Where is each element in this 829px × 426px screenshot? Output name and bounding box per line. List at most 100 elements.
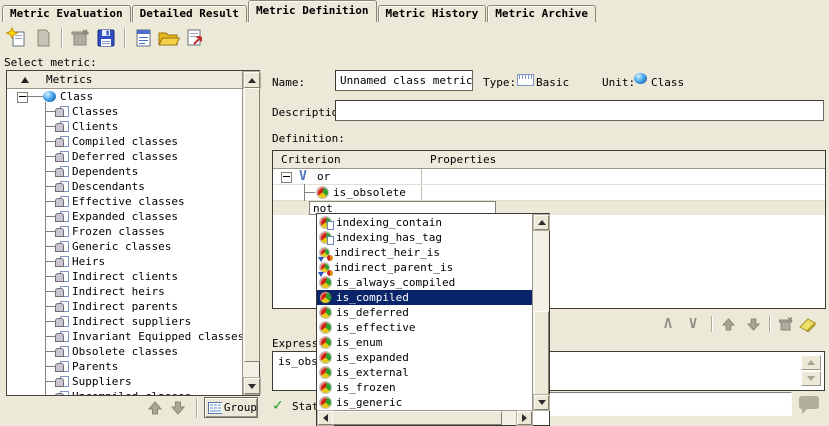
toolbar-separator (61, 28, 62, 48)
locked-metric-icon (55, 151, 69, 162)
pie-page-icon (320, 217, 331, 228)
tab-metric-evaluation[interactable]: Metric Evaluation (2, 5, 131, 22)
metric-item-indirect-parents[interactable]: Indirect parents (7, 299, 243, 314)
locked-metric-icon (55, 361, 69, 372)
pie-icon (320, 277, 331, 288)
metric-item-deferred-classes[interactable]: Deferred classes (7, 149, 243, 164)
metric-item-suppliers[interactable]: Suppliers (7, 374, 243, 389)
delete-criterion-button (776, 314, 794, 334)
metric-item-indirect-clients[interactable]: Indirect clients (7, 269, 243, 284)
metric-item-parents[interactable]: Parents (7, 359, 243, 374)
metric-item-obsolete-classes[interactable]: Obsolete classes (7, 344, 243, 359)
scroll-thumb[interactable] (332, 411, 502, 425)
criterion-option-indirect_heir_is[interactable]: indirect_heir_is (317, 245, 533, 260)
tree-footer: Group (0, 396, 262, 422)
metric-toolbar (4, 25, 208, 51)
criterion-option-is_compiled[interactable]: is_compiled (317, 290, 533, 305)
criterion-option-indirect_parent_is[interactable]: indirect_parent_is (317, 260, 533, 275)
clear-definition-button[interactable] (798, 314, 816, 334)
scroll-thumb[interactable] (534, 311, 549, 395)
class-unit-icon (43, 91, 56, 102)
criterion-row-or[interactable]: V or (273, 169, 825, 185)
pie-arrow-icon (320, 263, 329, 272)
dropdown-vertical-scrollbar[interactable] (532, 214, 549, 411)
tab-metric-history[interactable]: Metric History (378, 5, 487, 22)
metric-item-compiled-classes[interactable]: Compiled classes (7, 134, 243, 149)
criterion-row-is-obsolete[interactable]: is_obsolete (273, 185, 825, 201)
tab-detailed-result[interactable]: Detailed Result (132, 5, 247, 22)
criterion-option-label: is_compiled (336, 291, 409, 304)
scroll-down-button[interactable] (534, 395, 549, 410)
criterion-dropdown: indexing_containindexing_has_tagindirect… (316, 213, 550, 426)
metric-item-indirect-heirs[interactable]: Indirect heirs (7, 284, 243, 299)
tree-line (45, 201, 55, 202)
scroll-down-button[interactable] (244, 378, 260, 394)
scroll-right-button[interactable] (517, 411, 532, 425)
metric-item-clients[interactable]: Clients (7, 119, 243, 134)
group-grid-icon (208, 402, 222, 414)
criterion-option-indexing_has_tag[interactable]: indexing_has_tag (317, 230, 533, 245)
metric-item-dependents[interactable]: Dependents (7, 164, 243, 179)
metric-item-uncompiled-classes[interactable]: Uncompiled classes (7, 389, 243, 395)
metric-item-effective-classes[interactable]: Effective classes (7, 194, 243, 209)
criterion-option-is_deferred[interactable]: is_deferred (317, 305, 533, 320)
tree-vertical-scrollbar[interactable] (242, 71, 259, 395)
tree-line (45, 111, 55, 112)
metric-item-expanded-classes[interactable]: Expanded classes (7, 209, 243, 224)
group-toggle-button[interactable]: Group (204, 397, 258, 418)
pie-icon (320, 322, 331, 333)
criterion-option-is_frozen[interactable]: is_frozen (317, 380, 533, 395)
type-label: Type: (483, 76, 516, 89)
pie-icon (320, 337, 331, 348)
scroll-left-button[interactable] (318, 411, 333, 425)
criterion-option-is_generic[interactable]: is_generic (317, 395, 533, 410)
tree-root-class[interactable]: Class (7, 89, 243, 104)
new-metric-button[interactable] (4, 25, 30, 51)
metric-item-heirs[interactable]: Heirs (7, 254, 243, 269)
criterion-option-indexing_contain[interactable]: indexing_contain (317, 215, 533, 230)
metric-item-classes[interactable]: Classes (7, 104, 243, 119)
metric-item-label: Indirect heirs (72, 285, 165, 298)
open-metric-file-button[interactable] (156, 25, 182, 51)
tree-line (45, 141, 55, 142)
criterion-option-is_expanded[interactable]: is_expanded (317, 350, 533, 365)
metric-item-label: Parents (72, 360, 118, 373)
metric-item-descendants[interactable]: Descendants (7, 179, 243, 194)
tree-line (45, 246, 55, 247)
sort-ascending-icon (21, 77, 29, 83)
criterion-option-is_enum[interactable]: is_enum (317, 335, 533, 350)
export-metrics-button[interactable] (182, 25, 208, 51)
collapse-icon[interactable] (17, 92, 28, 103)
metric-item-frozen-classes[interactable]: Frozen classes (7, 224, 243, 239)
tree-line (45, 336, 55, 337)
scroll-up-button[interactable] (534, 215, 549, 230)
locked-metric-icon (55, 256, 69, 267)
description-input[interactable] (335, 100, 824, 121)
criterion-option-is_always_compiled[interactable]: is_always_compiled (317, 275, 533, 290)
pie-icon (320, 307, 331, 318)
collapse-icon[interactable] (281, 172, 292, 183)
criterion-option-is_effective[interactable]: is_effective (317, 320, 533, 335)
scroll-up-button[interactable] (244, 72, 260, 88)
metric-item-label: Clients (72, 120, 118, 133)
pie-icon (320, 352, 331, 363)
import-metrics-button[interactable] (130, 25, 156, 51)
move-criterion-down-button (744, 314, 762, 334)
metric-item-generic-classes[interactable]: Generic classes (7, 239, 243, 254)
dropdown-horizontal-scrollbar[interactable] (317, 410, 533, 425)
tree-line (45, 186, 55, 187)
metric-item-label: Descendants (72, 180, 145, 193)
tab-metric-archive[interactable]: Metric Archive (487, 5, 596, 22)
criterion-option-is_external[interactable]: is_external (317, 365, 533, 380)
criterion-option-label: is_deferred (336, 306, 409, 319)
criterion-option-label: is_external (336, 366, 409, 379)
metric-item-label: Expanded classes (72, 210, 178, 223)
locked-metric-icon (55, 226, 69, 237)
save-metric-button[interactable] (93, 25, 119, 51)
tab-metric-definition[interactable]: Metric Definition (248, 0, 377, 22)
basic-type-icon (517, 74, 534, 86)
metrics-tree-header[interactable]: Metrics (7, 71, 243, 89)
name-input[interactable]: Unnamed class metric#3 (335, 70, 473, 91)
criterion-column-header[interactable]: Criterion (281, 153, 341, 166)
properties-column-header[interactable]: Properties (430, 153, 496, 166)
